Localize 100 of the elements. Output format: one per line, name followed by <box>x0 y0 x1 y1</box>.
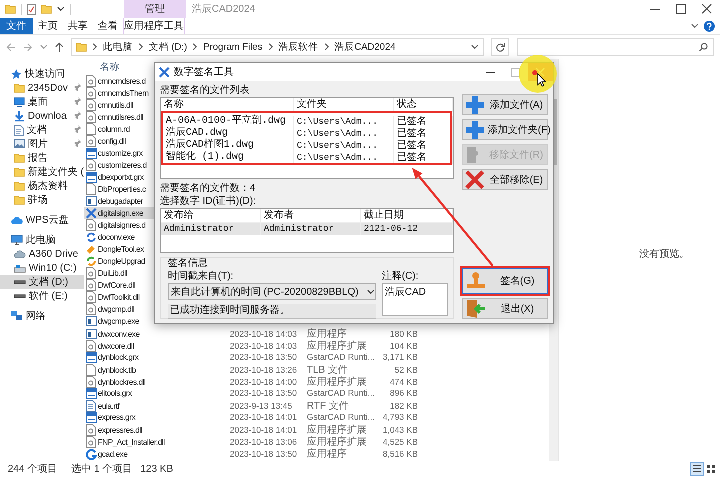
file-name: dwgcmp.dll <box>98 304 135 314</box>
file-type: 应用程序扩展 <box>307 340 368 353</box>
preview-message: 没有预览。 <box>640 248 690 261</box>
file-name: DbProperties.c <box>98 184 146 194</box>
file-name: express.grx <box>98 412 136 422</box>
file-type: GstarCAD Runti... <box>307 412 376 422</box>
file-type: 应用程序 <box>307 448 348 461</box>
nav-label: 杨杰资料 <box>28 180 68 193</box>
modified-date: 2023-10-18 14:01 <box>230 412 298 422</box>
nav-label: 桌面 <box>28 96 48 109</box>
file-name: digitalsignres.d <box>98 220 146 230</box>
nav-label: A360 Drive <box>29 248 78 260</box>
table-cell: 浩辰CAD.dwg <box>161 128 294 140</box>
file-name: dynblock.tlb <box>98 366 136 374</box>
modified-date: 2023-10-18 14:01 <box>230 425 298 435</box>
modified-date: 2023-10-18 14:03 <box>230 329 298 339</box>
file-name: cmncmdsThem <box>98 88 149 98</box>
file-size: 3,171 KB <box>382 352 418 362</box>
file-name: elitools.grx <box>98 388 132 398</box>
file-name: cmnutilsres.dll <box>98 112 144 122</box>
table-cell: C:\Users\Adm... <box>294 152 394 164</box>
file-name: eula.rtf <box>98 402 120 410</box>
file-name: config.dll <box>98 136 126 146</box>
file-size: 182 KB <box>389 401 418 411</box>
file-size: 1,043 KB <box>382 425 418 435</box>
group-title: 签名信息 <box>168 258 208 269</box>
nav-label: 驻场 <box>28 194 48 207</box>
item-count: 244 个项目 <box>8 463 58 476</box>
file-name: customizeres.d <box>98 160 147 170</box>
nav-label: 此电脑 <box>26 234 56 247</box>
file-name: DwfCore.dll <box>98 280 136 290</box>
file-count: 需要签名的文件数：4 <box>160 182 257 195</box>
file-name: DongleTool.ex <box>98 244 144 254</box>
file-name: dynblockres.dll <box>98 378 146 386</box>
file-size: 180 KB <box>389 329 418 339</box>
file-name: dwxconv.exe <box>98 330 140 338</box>
file-name: column.rd <box>98 124 130 134</box>
file-name: debugadapter <box>98 196 144 206</box>
file-type: GstarCAD Runti... <box>307 352 376 362</box>
file-type: 应用程序扩展 <box>307 376 368 389</box>
section-label: 需要签名的文件列表 <box>160 84 251 97</box>
file-type: 应用程序 <box>307 328 348 340</box>
window-title: 浩辰CAD2024 <box>191 2 256 17</box>
table-cell: 已签名 <box>394 152 453 164</box>
nav-label: Win10 (C:) <box>29 262 77 274</box>
table-cell: C:\Users\Adm... <box>294 116 394 128</box>
modified-date: 2023-10-18 13:50 <box>230 388 298 398</box>
file-name: FNP_Act_Installer.dll <box>98 438 165 446</box>
nav-label: 软件 (E:) <box>29 290 68 303</box>
dialog-title: 数字签名工具 <box>174 66 235 79</box>
contextual-tab-header: 管理 <box>124 0 186 18</box>
nav-label: 网络 <box>26 310 46 323</box>
file-type: TLB 文件 <box>307 364 350 376</box>
file-size: 8,516 KB <box>382 449 418 459</box>
nav-label: 2345Dov <box>28 82 68 94</box>
modified-date: 2023-10-18 13:06 <box>230 437 298 447</box>
nav-label: 文档 (D:) <box>29 276 68 289</box>
file-size: 474 KB <box>389 377 418 387</box>
file-name: DongleUpgrad <box>98 256 146 266</box>
nav-label: 报告 <box>28 152 48 165</box>
table-cell: Administrator <box>161 223 261 235</box>
file-type: RTF 文件 <box>307 400 350 413</box>
file-size: 52 KB <box>394 365 418 375</box>
modified-date: 2023-10-18 13:50 <box>230 352 298 362</box>
file-type: GstarCAD Runti... <box>307 388 376 398</box>
modified-date: 2023-10-18 13:26 <box>230 365 298 375</box>
selection-count: 选中 1 个项目 <box>71 462 133 476</box>
section-label: 选择数字 ID(证书)(D): <box>160 195 258 208</box>
file-name: dynblock.grx <box>98 352 139 362</box>
table-cell: 2121-06-12 <box>361 223 453 235</box>
table-cell: 浩辰CAD样图1.dwg <box>161 140 294 152</box>
file-name: customize.grx <box>98 148 143 158</box>
nav-label: 图片 <box>28 138 48 151</box>
file-size: 104 KB <box>389 341 418 351</box>
file-type: 应用程序扩展 <box>307 424 368 436</box>
modified-date: 2023-10-18 13:50 <box>230 449 298 459</box>
table-cell: 已签名 <box>394 140 453 152</box>
nav-label: WPS云盘 <box>26 214 69 227</box>
file-name: DwfToolkit.dll <box>98 292 140 302</box>
file-name: cmnutils.dll <box>98 100 134 110</box>
table-cell: C:\Users\Adm... <box>294 140 394 152</box>
file-name: dbexportxt.grx <box>98 172 144 182</box>
file-size: 4,793 KB <box>382 412 418 422</box>
table-cell: Administrator <box>261 223 361 235</box>
file-name: dwxcore.dll <box>98 342 134 350</box>
nav-label: 快速访问 <box>25 68 65 81</box>
file-size: 896 KB <box>389 388 418 398</box>
file-name: cmncmdsres.d <box>98 76 146 86</box>
modified-date: 2023-9-13 13:45 <box>230 401 294 411</box>
file-name: dwgcmp.exe <box>98 316 140 326</box>
field-label: 时间戳来自(T): <box>168 270 235 283</box>
nav-label: 新建文件夹 ( <box>28 166 84 179</box>
table-cell: A-06A-0100-平立剖.dwg <box>161 116 294 128</box>
nav-label: 文档 <box>27 124 47 137</box>
file-type: 应用程序扩展 <box>307 436 368 448</box>
file-name: gcad.exe <box>98 450 128 458</box>
status-field: 已成功连接到时间服务器。 <box>168 304 376 319</box>
file-name: expressres.dll <box>98 426 142 434</box>
file-name: DuiLib.dll <box>98 268 128 278</box>
selection-size: 123 KB <box>140 464 174 474</box>
